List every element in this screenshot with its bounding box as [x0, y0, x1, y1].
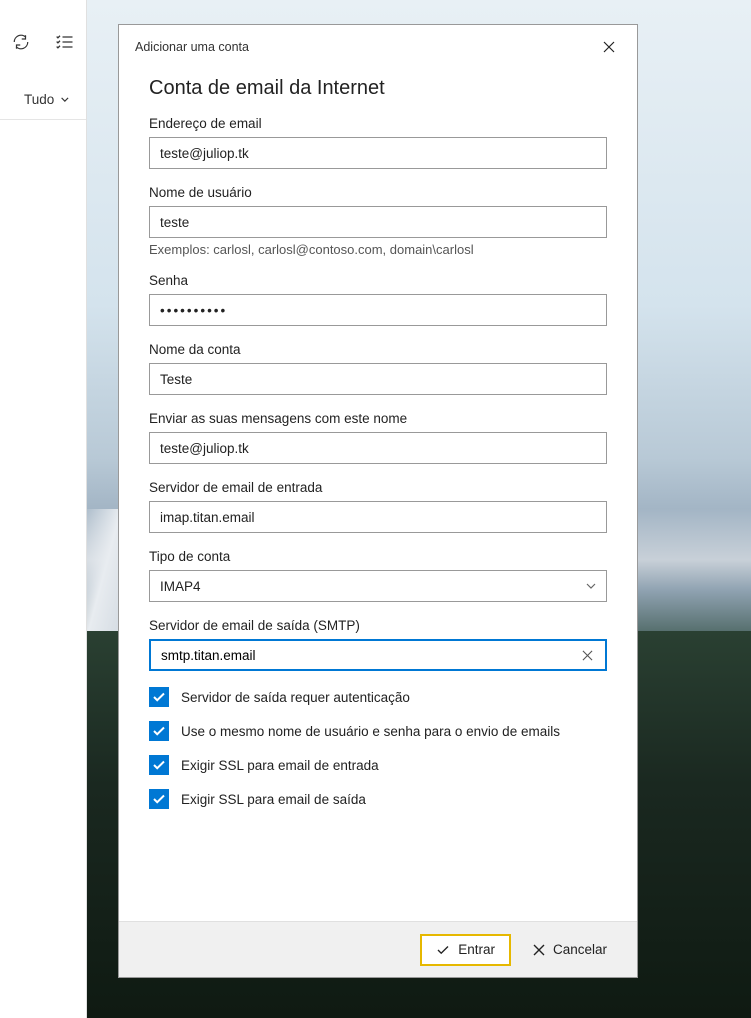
dialog-title: Adicionar uma conta [135, 40, 249, 54]
checkbox-label: Exigir SSL para email de entrada [181, 758, 379, 773]
password-label: Senha [149, 273, 607, 288]
checkbox-ssl-incoming[interactable]: Exigir SSL para email de entrada [149, 755, 607, 775]
account-name-label: Nome da conta [149, 342, 607, 357]
clear-input-button[interactable] [577, 645, 597, 665]
cancel-button-label: Cancelar [553, 942, 607, 957]
checkbox-ssl-outgoing[interactable]: Exigir SSL para email de saída [149, 789, 607, 809]
account-type-select[interactable] [149, 570, 607, 602]
account-type-label: Tipo de conta [149, 549, 607, 564]
account-name-field[interactable] [149, 363, 607, 395]
refresh-icon[interactable] [11, 32, 31, 52]
filter-all[interactable]: Tudo [0, 52, 86, 120]
checkbox-label: Use o mesmo nome de usuário e senha para… [181, 724, 560, 739]
filter-label: Tudo [24, 92, 54, 107]
username-label: Nome de usuário [149, 185, 607, 200]
checkbox-icon [149, 789, 169, 809]
close-icon [582, 650, 593, 661]
checkbox-icon [149, 755, 169, 775]
dialog-titlebar: Adicionar uma conta [119, 25, 637, 65]
checkbox-label: Servidor de saída requer autenticação [181, 690, 410, 705]
username-hint: Exemplos: carlosl, carlosl@contoso.com, … [149, 242, 607, 257]
outgoing-server-field-wrap [149, 639, 607, 671]
incoming-server-field[interactable] [149, 501, 607, 533]
checklist-icon[interactable] [55, 32, 75, 52]
incoming-server-label: Servidor de email de entrada [149, 480, 607, 495]
send-name-label: Enviar as suas mensagens com este nome [149, 411, 607, 426]
close-icon [603, 41, 615, 53]
page-heading: Conta de email da Internet [149, 77, 607, 100]
close-icon [533, 944, 545, 956]
add-account-dialog: Adicionar uma conta Conta de email da In… [118, 24, 638, 978]
email-label: Endereço de email [149, 116, 607, 131]
mail-app-panel: Tudo [0, 0, 87, 1018]
checkbox-same-credentials[interactable]: Use o mesmo nome de usuário e senha para… [149, 721, 607, 741]
outgoing-server-field[interactable] [151, 641, 577, 669]
checkbox-icon [149, 687, 169, 707]
checkbox-auth-required[interactable]: Servidor de saída requer autenticação [149, 687, 607, 707]
password-field[interactable] [149, 294, 607, 326]
email-field[interactable] [149, 137, 607, 169]
dialog-footer: Entrar Cancelar [119, 921, 637, 977]
chevron-down-icon [60, 94, 70, 105]
outgoing-server-label: Servidor de email de saída (SMTP) [149, 618, 607, 633]
close-button[interactable] [593, 33, 625, 61]
check-icon [436, 943, 450, 957]
signin-button[interactable]: Entrar [420, 934, 511, 966]
checkbox-label: Exigir SSL para email de saída [181, 792, 366, 807]
cancel-button[interactable]: Cancelar [519, 934, 621, 966]
checkbox-icon [149, 721, 169, 741]
signin-button-label: Entrar [458, 942, 495, 957]
dialog-body: Conta de email da Internet Endereço de e… [119, 65, 637, 921]
send-name-field[interactable] [149, 432, 607, 464]
username-field[interactable] [149, 206, 607, 238]
